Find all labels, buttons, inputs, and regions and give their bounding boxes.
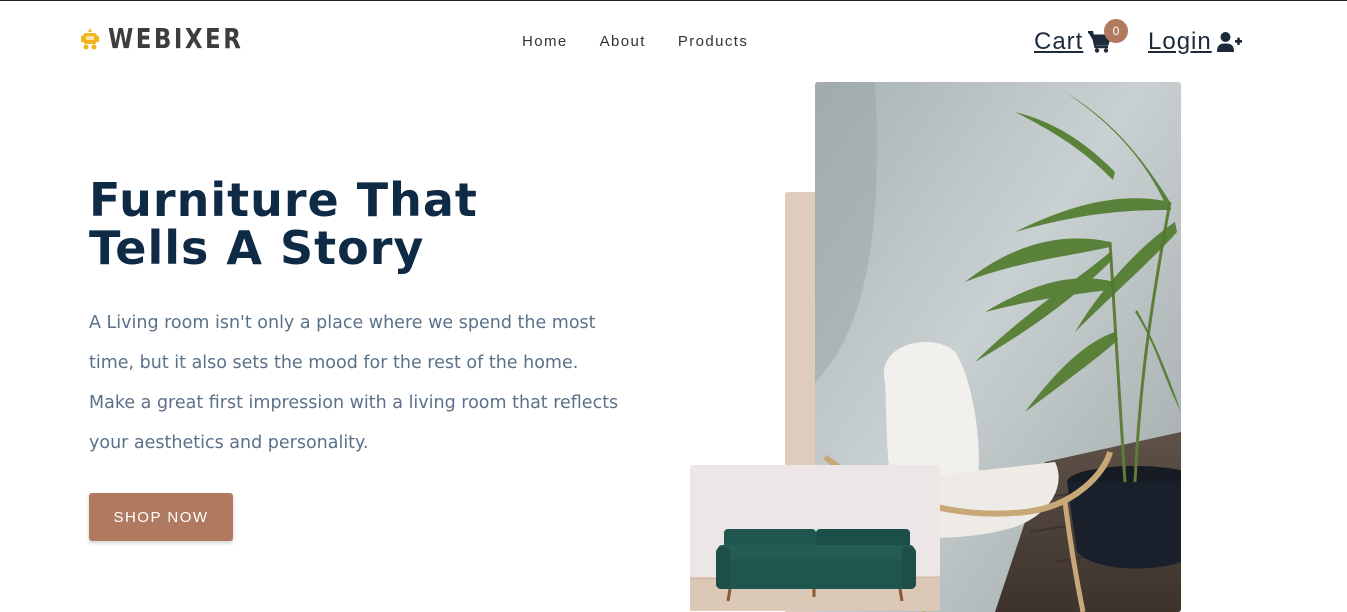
main-nav: Home About Products	[522, 33, 780, 50]
brand-logo[interactable]: WEBIXER	[79, 23, 273, 55]
cart-button[interactable]: Cart	[1034, 28, 1113, 56]
brand-name: WEBIXER	[108, 22, 244, 55]
hero-description: A Living room isn't only a place where w…	[89, 313, 619, 453]
cart-label: Cart	[1034, 28, 1084, 55]
sofa-photo	[690, 465, 940, 611]
cart-count-badge: 0	[1104, 19, 1128, 43]
nav-link-about[interactable]: About	[600, 33, 646, 50]
hero-title: Furniture That Tells A Story	[89, 176, 478, 272]
shop-now-button[interactable]: SHOP NOW	[89, 493, 233, 541]
cart-logo-icon	[81, 28, 99, 50]
nav-link-home[interactable]: Home	[522, 33, 568, 50]
navbar: WEBIXER Home About Products Cart 0 Login	[0, 1, 1347, 81]
hero-title-line2: Tells A Story	[89, 221, 425, 275]
nav-link-products[interactable]: Products	[678, 33, 748, 50]
login-label: Login	[1148, 28, 1212, 55]
user-plus-icon	[1216, 32, 1242, 52]
login-button[interactable]: Login	[1148, 28, 1243, 56]
hero-title-line1: Furniture That	[89, 173, 478, 227]
